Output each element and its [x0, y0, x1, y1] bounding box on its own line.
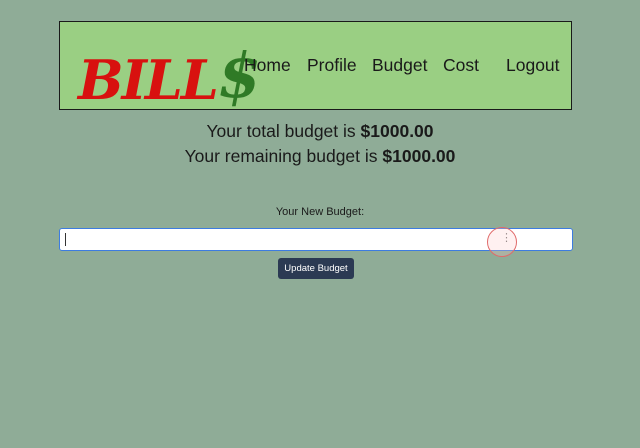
text-caret [65, 233, 66, 246]
update-budget-button[interactable]: Update Budget [278, 258, 354, 279]
total-budget-prefix: Your total budget is [206, 121, 361, 141]
site-header: BILL $ Home Profile Budget Cost Logout [59, 21, 572, 110]
click-indicator [487, 227, 517, 257]
nav-home-link[interactable]: Home [244, 55, 291, 76]
remaining-budget-text: Your remaining budget is $1000.00 [0, 146, 640, 167]
total-budget-value: $1000.00 [360, 121, 434, 141]
nav-logout-link[interactable]: Logout [506, 55, 560, 76]
nav-cost-link[interactable]: Cost [443, 55, 479, 76]
remaining-budget-value: $1000.00 [382, 146, 456, 166]
nav-profile-link[interactable]: Profile [307, 55, 357, 76]
logo-text: BILL [78, 48, 219, 112]
total-budget-text: Your total budget is $1000.00 [0, 121, 640, 142]
bills-logo[interactable]: BILL $ [78, 27, 261, 112]
remaining-budget-prefix: Your remaining budget is [184, 146, 383, 166]
new-budget-label: Your New Budget: [275, 206, 365, 218]
nav-budget-link[interactable]: Budget [372, 55, 427, 76]
